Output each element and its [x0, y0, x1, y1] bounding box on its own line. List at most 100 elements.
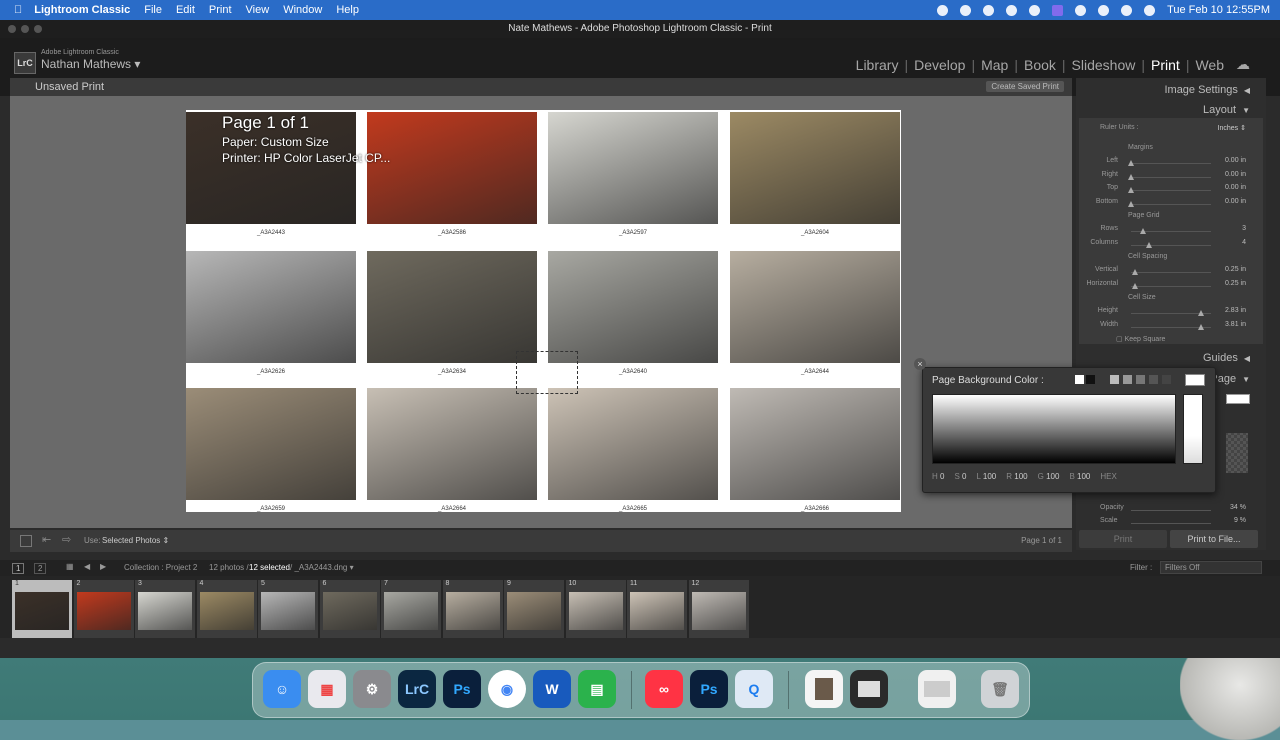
- shield-icon[interactable]: [960, 4, 972, 16]
- dock-launchpad-icon[interactable]: ▦: [308, 670, 346, 708]
- filmstrip-thumb[interactable]: 5: [258, 580, 318, 638]
- prev-page-icon[interactable]: ⇤: [42, 533, 51, 546]
- dock-creative-cloud-icon[interactable]: ∞: [645, 670, 683, 708]
- menu-file[interactable]: File: [144, 4, 162, 16]
- slider-value[interactable]: 0.25 in: [1206, 266, 1246, 273]
- dock-photoshop-icon[interactable]: Ps: [443, 670, 481, 708]
- cloud-icon[interactable]: ☁: [1230, 56, 1256, 73]
- siri-icon[interactable]: [1144, 4, 1156, 16]
- next-page-icon[interactable]: ⇨: [62, 533, 71, 546]
- dock-word-icon[interactable]: W: [533, 670, 571, 708]
- dock-window-thumb-icon[interactable]: [850, 670, 888, 708]
- play-icon[interactable]: [1029, 4, 1041, 16]
- slider-track[interactable]: [1131, 190, 1211, 191]
- preset-swatch-gray-3[interactable]: [1136, 375, 1145, 384]
- preset-swatch-white[interactable]: [1075, 375, 1084, 384]
- collection-path[interactable]: Collection : Project 2: [124, 563, 197, 572]
- creative-cloud-icon[interactable]: [983, 4, 995, 16]
- back-arrow-icon[interactable]: ◀: [84, 562, 90, 571]
- panel-page[interactable]: Page ▼: [1210, 373, 1250, 385]
- filmstrip-thumb[interactable]: 3: [135, 580, 195, 638]
- record-icon[interactable]: [937, 4, 949, 16]
- dock-document-icon[interactable]: [805, 670, 843, 708]
- module-map[interactable]: Map: [975, 57, 1014, 73]
- slider-track[interactable]: [1131, 244, 1211, 246]
- filter-select[interactable]: Filters Off: [1160, 561, 1262, 574]
- forward-arrow-icon[interactable]: ▶: [100, 562, 106, 571]
- photo-cell[interactable]: [548, 112, 718, 224]
- slider-track[interactable]: [1131, 163, 1211, 164]
- menubar-clock[interactable]: Tue Feb 10 12:55PM: [1167, 4, 1270, 16]
- slider-track[interactable]: [1131, 285, 1211, 287]
- panel-image-settings[interactable]: Image Settings ◀: [1164, 84, 1250, 96]
- photo-cell[interactable]: [730, 251, 900, 363]
- print-to-file-button[interactable]: Print to File...: [1170, 530, 1258, 548]
- dock-photoshop-2-icon[interactable]: Ps: [690, 670, 728, 708]
- slider-value[interactable]: 4: [1206, 239, 1246, 246]
- screen-mirror-icon[interactable]: [1052, 4, 1064, 16]
- photo-cell[interactable]: [367, 388, 537, 500]
- dock-finder-icon[interactable]: ☺: [263, 670, 301, 708]
- filmstrip-thumb[interactable]: 11: [627, 580, 687, 638]
- dock-lightroom-icon[interactable]: LrC: [398, 670, 436, 708]
- photo-cell[interactable]: [548, 388, 718, 500]
- filmstrip-thumb[interactable]: 1: [12, 580, 72, 638]
- slider-knob[interactable]: [1128, 160, 1134, 166]
- photo-cell[interactable]: [367, 251, 537, 363]
- module-web[interactable]: Web: [1189, 57, 1230, 73]
- menu-view[interactable]: View: [246, 4, 270, 16]
- dock-quicktime-icon[interactable]: Q: [735, 670, 773, 708]
- dock-system-settings-icon[interactable]: ⚙: [353, 670, 391, 708]
- menu-print[interactable]: Print: [209, 4, 232, 16]
- slider-value[interactable]: 0.00 in: [1206, 157, 1246, 164]
- dock-chrome-icon[interactable]: ◉: [488, 670, 526, 708]
- grid-toggle-icon[interactable]: [20, 535, 32, 547]
- module-slideshow[interactable]: Slideshow: [1066, 57, 1142, 73]
- filmstrip-thumb[interactable]: 4: [196, 580, 257, 638]
- slider-track[interactable]: [1131, 203, 1211, 205]
- slider-knob[interactable]: [1146, 241, 1152, 248]
- slider-knob[interactable]: [1132, 282, 1138, 289]
- slider-track[interactable]: [1131, 176, 1211, 178]
- preset-swatch-gray-5[interactable]: [1162, 375, 1171, 384]
- photo-cell[interactable]: [186, 388, 356, 500]
- slider-value[interactable]: 3: [1206, 225, 1246, 232]
- filmstrip-thumb[interactable]: 8: [442, 580, 503, 638]
- preset-swatch-gray-2[interactable]: [1123, 375, 1132, 384]
- slider-knob[interactable]: [1198, 323, 1204, 330]
- apple-menu-icon[interactable]: : [14, 4, 22, 16]
- preset-swatch-gray-4[interactable]: [1149, 375, 1158, 384]
- panel-guides[interactable]: Guides ◀: [1203, 352, 1250, 364]
- search-icon[interactable]: [1098, 4, 1110, 16]
- hue-strip[interactable]: [1183, 394, 1203, 464]
- slider-knob[interactable]: [1132, 269, 1138, 275]
- panel-layout[interactable]: Layout ▼: [1203, 104, 1250, 116]
- filmstrip-thumb[interactable]: 7: [381, 580, 441, 638]
- slider-track[interactable]: [1131, 272, 1211, 273]
- scale-slider[interactable]: [1131, 523, 1211, 524]
- photo-cell[interactable]: [548, 251, 718, 363]
- bluetooth-icon[interactable]: [1006, 4, 1018, 16]
- secondary-window-1[interactable]: 1: [12, 563, 25, 574]
- use-select[interactable]: Selected Photos ⇕: [102, 536, 169, 545]
- identity-plate-user[interactable]: Nathan Mathews ▾: [41, 57, 140, 71]
- menu-app-name[interactable]: Lightroom Classic: [34, 4, 130, 16]
- create-saved-print-button[interactable]: Create Saved Print: [986, 81, 1064, 92]
- menu-edit[interactable]: Edit: [176, 4, 195, 16]
- slider-knob[interactable]: [1128, 173, 1134, 180]
- preset-swatch-gray-1[interactable]: [1110, 375, 1119, 384]
- page-bg-color-swatch[interactable]: [1226, 394, 1250, 404]
- close-window-icon[interactable]: [8, 25, 16, 33]
- print-page[interactable]: _A3A2443 _A3A2586 _A3A2597 _A3A2604 _A3A2626…: [186, 110, 901, 512]
- menu-window[interactable]: Window: [283, 4, 322, 16]
- dock-screenshot-icon[interactable]: [918, 670, 956, 708]
- slider-knob[interactable]: [1198, 310, 1204, 316]
- color-saturation-field[interactable]: [932, 394, 1176, 464]
- module-print[interactable]: Print: [1145, 57, 1186, 73]
- identity-plate-box[interactable]: Nate: [516, 351, 578, 394]
- close-picker-icon[interactable]: ×: [914, 358, 926, 370]
- secondary-window-2[interactable]: 2: [34, 563, 47, 574]
- wifi-icon[interactable]: [1075, 4, 1087, 16]
- slider-value[interactable]: 2.83 in: [1206, 307, 1246, 314]
- module-book[interactable]: Book: [1018, 57, 1062, 73]
